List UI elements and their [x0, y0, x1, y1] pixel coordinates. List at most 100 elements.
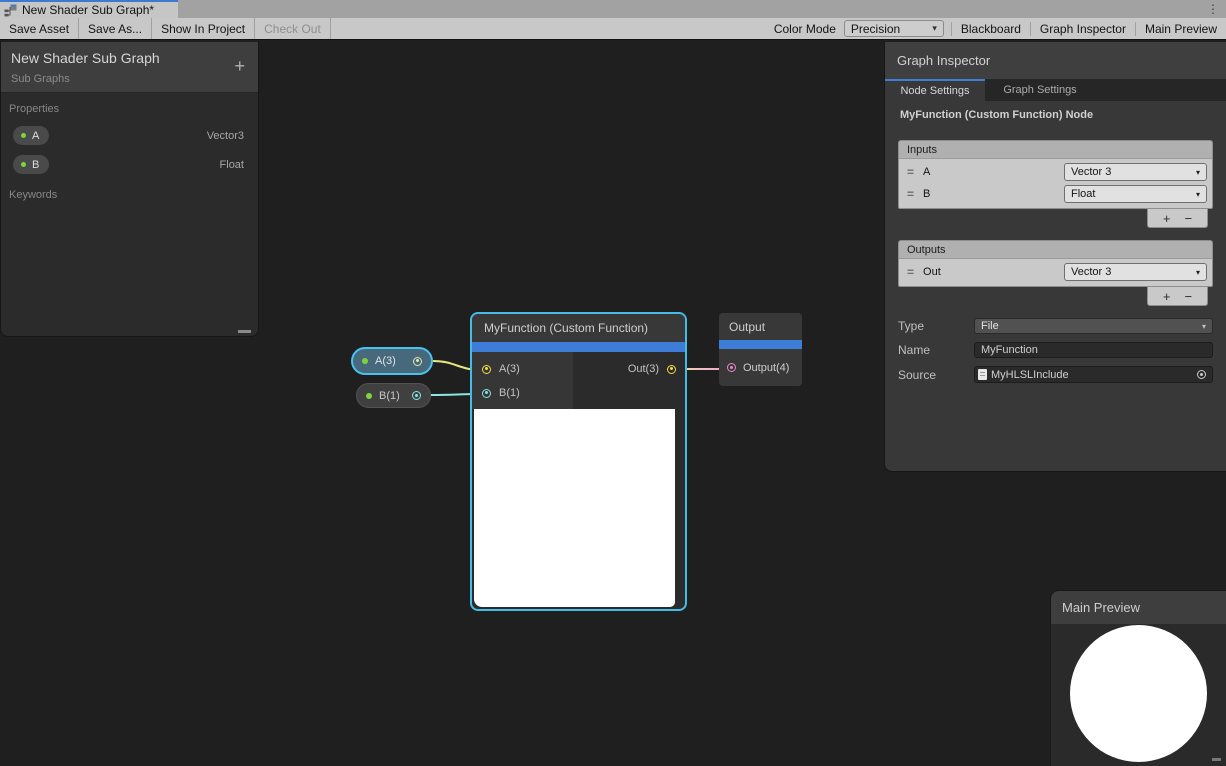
blackboard-property-b[interactable]: B Float: [1, 150, 258, 179]
blackboard-title: New Shader Sub Graph: [11, 50, 248, 66]
main-preview-title: Main Preview: [1051, 591, 1226, 624]
property-a-type: Vector3: [207, 130, 244, 142]
outputs-list-rows: = Out Vector 3 ▾: [898, 258, 1213, 287]
outputs-list-header: Outputs: [898, 240, 1213, 258]
tab-node-settings[interactable]: Node Settings: [885, 79, 985, 101]
property-b-type: Float: [220, 159, 244, 171]
property-a-name: A: [32, 130, 39, 142]
color-mode-label: Color Mode: [766, 22, 844, 36]
check-out-button: Check Out: [255, 18, 331, 39]
property-a-output-port[interactable]: [413, 357, 422, 366]
source-label: Source: [898, 368, 974, 382]
property-b-pill[interactable]: B: [13, 155, 49, 174]
output-port-row: Out(3): [573, 357, 685, 381]
exposed-property-dot: [366, 393, 372, 399]
property-node-a-label: A(3): [375, 355, 396, 367]
blackboard-property-a[interactable]: A Vector3: [1, 121, 258, 150]
inputs-list-header: Inputs: [898, 140, 1213, 158]
inputs-list: Inputs = A Vector 3 ▾ = B Flo: [898, 140, 1213, 228]
input-port-a[interactable]: [482, 365, 491, 374]
input-port-row-b: B(1): [472, 381, 573, 405]
source-value: MyHLSLInclude: [991, 369, 1191, 381]
graph-inspector-panel: Graph Inspector Node Settings Graph Sett…: [884, 42, 1226, 472]
custom-function-node[interactable]: MyFunction (Custom Function) A(3) B(1) O…: [470, 312, 687, 611]
toolbar: Save Asset Save As... Show In Project Ch…: [0, 18, 1226, 40]
type-field-row: Type File ▾: [898, 318, 1213, 334]
kebab-menu-icon[interactable]: ⋮: [1207, 1, 1219, 17]
property-node-b[interactable]: B(1): [356, 383, 431, 408]
blackboard-subtitle: Sub Graphs: [11, 73, 248, 85]
add-output-button[interactable]: +: [1163, 290, 1171, 303]
inputs-row-b-type-dropdown[interactable]: Float ▾: [1064, 185, 1207, 203]
file-icon: [978, 369, 987, 380]
type-dropdown[interactable]: File ▾: [974, 318, 1213, 334]
chevron-down-icon: ▾: [1196, 168, 1200, 177]
node-ports-area: A(3) B(1) Out(3): [472, 352, 685, 409]
inputs-row-a-type-dropdown[interactable]: Vector 3 ▾: [1064, 163, 1207, 181]
exposed-property-dot: [21, 133, 26, 138]
outputs-row-out-type-dropdown[interactable]: Vector 3 ▾: [1064, 263, 1207, 281]
outputs-row-out[interactable]: = Out Vector 3 ▾: [899, 261, 1212, 283]
blackboard-resize-handle[interactable]: [238, 330, 251, 333]
property-node-a[interactable]: A(3): [351, 347, 433, 375]
drag-handle-icon[interactable]: =: [907, 267, 914, 277]
chevron-down-icon: ▾: [1202, 322, 1206, 331]
keywords-section-label: Keywords: [9, 189, 258, 201]
save-asset-button[interactable]: Save Asset: [0, 18, 79, 39]
object-picker-button[interactable]: [1191, 367, 1212, 382]
node-input-ports: A(3) B(1): [472, 352, 573, 409]
color-mode-dropdown[interactable]: Precision ▾: [844, 20, 944, 37]
output-node-input-port[interactable]: [727, 363, 736, 372]
graph-inspector-title: Graph Inspector: [885, 42, 1226, 79]
property-b-output-port[interactable]: [412, 391, 421, 400]
save-as-button[interactable]: Save As...: [79, 18, 152, 39]
node-precision-strip: [719, 340, 802, 349]
inspector-tabs: Node Settings Graph Settings: [885, 79, 1226, 101]
outputs-row-out-type-value: Vector 3: [1071, 266, 1111, 278]
chevron-down-icon: ▾: [1196, 268, 1200, 277]
output-node-title[interactable]: Output: [719, 313, 802, 340]
exposed-property-dot: [21, 162, 26, 167]
node-output-ports: Out(3): [573, 352, 685, 409]
input-port-a-label: A(3): [499, 363, 520, 375]
main-preview-resize-handle[interactable]: [1212, 758, 1221, 761]
source-object-field[interactable]: MyHLSLInclude: [974, 366, 1213, 383]
blackboard-toggle-button[interactable]: Blackboard: [951, 22, 1030, 36]
custom-function-node-title[interactable]: MyFunction (Custom Function): [472, 314, 685, 342]
tab-graph-settings[interactable]: Graph Settings: [985, 79, 1095, 101]
output-node-port-row: Output(4): [719, 349, 802, 386]
drag-handle-icon[interactable]: =: [907, 189, 914, 199]
preview-sphere: [1070, 625, 1207, 762]
inputs-row-a-type-value: Vector 3: [1071, 166, 1111, 178]
document-tab[interactable]: New Shader Sub Graph*: [0, 0, 178, 18]
name-input[interactable]: MyFunction: [974, 342, 1213, 358]
outputs-list-footer: + −: [898, 287, 1208, 306]
remove-output-button[interactable]: −: [1185, 290, 1193, 303]
main-preview-panel: Main Preview: [1050, 590, 1226, 766]
output-port-out[interactable]: [667, 365, 676, 374]
input-port-b[interactable]: [482, 389, 491, 398]
inspector-node-title: MyFunction (Custom Function) Node: [900, 109, 1213, 121]
graph-inspector-toggle-button[interactable]: Graph Inspector: [1030, 22, 1135, 36]
property-node-b-label: B(1): [379, 390, 400, 402]
drag-handle-icon[interactable]: =: [907, 167, 914, 177]
blackboard-header: New Shader Sub Graph Sub Graphs +: [1, 42, 258, 93]
remove-input-button[interactable]: −: [1185, 212, 1193, 225]
property-b-name: B: [32, 159, 39, 171]
outputs-row-out-name: Out: [923, 266, 941, 278]
add-input-button[interactable]: +: [1163, 212, 1171, 225]
shader-graph-asset-icon: [4, 4, 17, 17]
main-preview-toggle-button[interactable]: Main Preview: [1135, 22, 1226, 36]
output-node[interactable]: Output Output(4): [719, 313, 802, 386]
property-a-pill[interactable]: A: [13, 126, 49, 145]
inputs-row-b-type-value: Float: [1071, 188, 1095, 200]
show-in-project-button[interactable]: Show In Project: [152, 18, 255, 39]
inputs-row-a-name: A: [923, 166, 930, 178]
main-preview-body[interactable]: [1051, 624, 1226, 766]
inputs-row-b[interactable]: = B Float ▾: [899, 183, 1212, 205]
add-property-button[interactable]: +: [234, 57, 245, 75]
exposed-property-dot: [362, 358, 368, 364]
document-tab-title: New Shader Sub Graph*: [22, 3, 154, 17]
source-field-row: Source MyHLSLInclude: [898, 366, 1213, 383]
inputs-row-a[interactable]: = A Vector 3 ▾: [899, 161, 1212, 183]
